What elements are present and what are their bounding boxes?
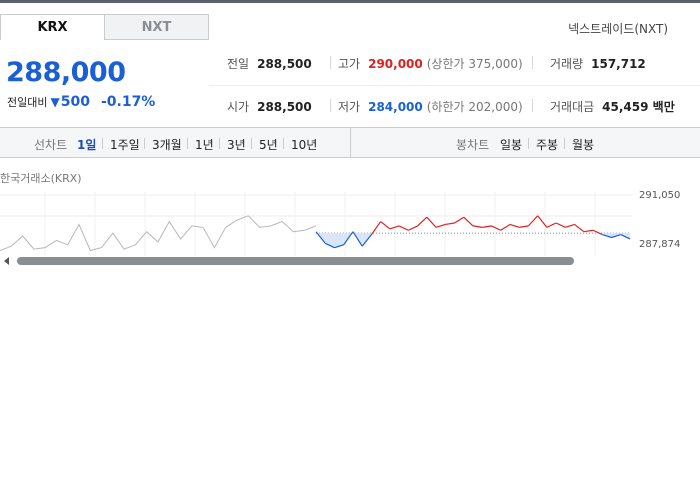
series-segment xyxy=(509,223,520,228)
candle-monthly[interactable]: 월봉 xyxy=(572,136,594,153)
candle-weekly[interactable]: 주봉 xyxy=(536,136,558,153)
stat-open: 시가 288,500 xyxy=(227,98,312,115)
series-segment xyxy=(454,216,465,224)
stat-low: 저가 284,000 (하한가 202,000) xyxy=(338,98,523,115)
period-3m[interactable]: 3개월 xyxy=(152,136,182,153)
series-segment xyxy=(519,225,529,228)
chart-title: 한국거래소(KRX) xyxy=(0,172,82,185)
period-1w[interactable]: 1주일 xyxy=(110,136,140,153)
scrollbar-thumb[interactable] xyxy=(17,257,574,265)
stats-row-divider xyxy=(209,85,700,86)
stat-label: 시가 xyxy=(227,100,250,114)
period-3y[interactable]: 3년 xyxy=(227,136,246,153)
series-segment xyxy=(472,225,483,228)
change-label: 전일대비 xyxy=(7,96,48,109)
tab-krx[interactable]: KRX xyxy=(0,14,105,40)
stat-value: 288,500 xyxy=(257,100,312,114)
series-segment xyxy=(482,225,492,228)
series-segment xyxy=(398,225,409,231)
series-segment xyxy=(491,225,501,231)
candle-daily[interactable]: 일봉 xyxy=(500,136,522,153)
series-segment xyxy=(445,222,455,226)
tab-nxt[interactable]: NXT xyxy=(104,14,209,40)
series-line-past xyxy=(0,215,317,252)
chart-scrollbar[interactable] xyxy=(0,254,700,268)
series-segment xyxy=(417,216,428,227)
stat-label: 고가 xyxy=(338,57,361,71)
stat-label: 거래량 xyxy=(550,57,584,71)
stat-amount: 거래대금 45,459 백만 xyxy=(550,98,675,115)
stat-value: 284,000 xyxy=(368,100,423,114)
series-segment xyxy=(463,216,474,227)
divider xyxy=(528,138,529,149)
stat-sub: (하한가 202,000) xyxy=(426,100,523,114)
divider xyxy=(330,99,331,112)
series-segment xyxy=(592,229,603,236)
change-percent: -0.17% xyxy=(100,94,156,110)
period-5y[interactable]: 5년 xyxy=(259,136,278,153)
divider xyxy=(144,138,145,149)
line-chart-label: 선차트 xyxy=(34,138,68,152)
candle-chart-label: 봉차트 xyxy=(456,138,490,152)
series-segment xyxy=(555,222,566,228)
price-chart[interactable]: 291,050 287,874 xyxy=(0,186,700,256)
chart-toolbar: 선차트 1일 1주일 3개월 1년 3년 5년 10년 봉차트 일봉 주봉 월봉 xyxy=(0,127,700,158)
down-arrow-icon: ▼ xyxy=(50,95,60,109)
divider xyxy=(330,56,331,69)
stat-value: 290,000 xyxy=(368,57,423,71)
scroll-left-icon[interactable] xyxy=(4,257,9,265)
series-segment xyxy=(574,223,585,233)
toolbar-divider xyxy=(350,128,351,157)
divider xyxy=(219,138,220,149)
stat-value: 288,500 xyxy=(257,57,312,71)
divider xyxy=(564,138,565,149)
stat-label: 거래대금 xyxy=(550,100,595,114)
series-segment xyxy=(546,222,557,228)
stat-prev-close: 전일 288,500 xyxy=(227,55,312,72)
series-segment xyxy=(500,223,511,231)
divider xyxy=(187,138,188,149)
stat-volume: 거래량 157,712 xyxy=(550,55,646,72)
top-border xyxy=(0,0,700,3)
series-segment xyxy=(426,216,437,228)
series-segment xyxy=(435,223,446,228)
divider xyxy=(532,99,533,112)
series-segment xyxy=(583,229,594,233)
series-segment xyxy=(565,223,575,228)
nxt-link[interactable]: 넥스트레이드(NXT) xyxy=(568,20,668,37)
stat-label: 전일 xyxy=(227,57,250,71)
stat-high: 고가 290,000 (상한가 375,000) xyxy=(338,55,523,72)
divider xyxy=(283,138,284,149)
stat-value: 157,712 xyxy=(591,57,646,71)
y-tick-label: 287,874 xyxy=(639,239,681,250)
stat-sub: (상한가 375,000) xyxy=(426,57,523,71)
period-1y[interactable]: 1년 xyxy=(195,136,214,153)
stat-value: 45,459 백만 xyxy=(602,100,675,114)
chart-svg xyxy=(0,192,632,256)
y-tick-label: 291,050 xyxy=(639,190,681,201)
series-segment xyxy=(370,221,382,235)
series-segment xyxy=(527,215,539,227)
series-segment xyxy=(380,221,391,230)
divider xyxy=(102,138,103,149)
divider xyxy=(532,56,533,69)
price-change: 전일대비 ▼ 500 -0.17% xyxy=(7,94,155,110)
series-segment xyxy=(408,225,418,231)
divider xyxy=(251,138,252,149)
change-amount: 500 xyxy=(60,94,90,110)
stat-label: 저가 xyxy=(338,100,361,114)
period-1d[interactable]: 1일 xyxy=(77,136,96,153)
period-10y[interactable]: 10년 xyxy=(291,136,317,153)
current-price: 288,000 xyxy=(6,57,126,88)
